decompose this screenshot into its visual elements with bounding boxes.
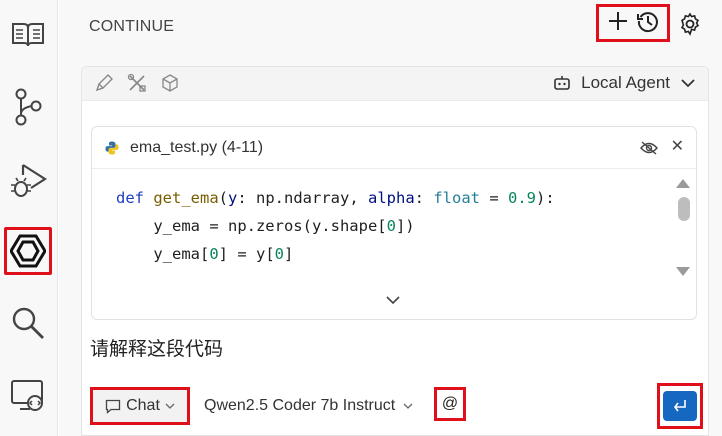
code-token: def — [116, 189, 154, 207]
code-token: : — [414, 189, 434, 207]
prompt-text[interactable]: 请解释这段代码 — [90, 334, 223, 361]
code-line: def get_ema(y: np.ndarray, alpha: float … — [116, 184, 555, 212]
code-snippet-card: ema_test.py (4-11) ✕ def get_ema(y: np.n… — [91, 126, 697, 320]
code-token: : np.ndarray, — [237, 189, 368, 207]
send-button-frame — [657, 383, 703, 429]
chevron-down-icon — [681, 79, 695, 88]
remote-explorer-icon[interactable] — [4, 372, 52, 420]
chevron-down-icon — [165, 403, 175, 409]
source-control-icon[interactable] — [4, 83, 52, 131]
snippet-header: ema_test.py (4-11) ✕ — [92, 127, 696, 169]
snippet-filename: ema_test.py (4-11) — [130, 139, 264, 156]
code-token: y_ema[ — [116, 245, 210, 263]
scrollbar-thumb[interactable] — [678, 197, 690, 221]
code-token: ] = y[ — [218, 245, 275, 263]
mode-selector-chat[interactable]: Chat — [90, 387, 190, 425]
tools-icon — [127, 73, 146, 92]
edit-button[interactable] — [94, 73, 114, 93]
code-line: y_ema[0] = y[0] — [116, 240, 555, 268]
scroll-down-arrow[interactable] — [676, 267, 690, 276]
plus-icon — [608, 11, 627, 30]
history-icon — [636, 11, 658, 32]
activity-bar — [0, 0, 58, 436]
scroll-up-arrow[interactable] — [676, 179, 690, 188]
code-token: y_ema = np.zeros(y.shape[ — [116, 217, 387, 235]
code-line: y_ema = np.zeros(y.shape[0]) — [116, 212, 555, 240]
model-selector[interactable]: Qwen2.5 Coder 7b Instruct — [204, 397, 413, 415]
settings-button[interactable] — [678, 12, 702, 36]
eye-off-icon[interactable] — [640, 140, 658, 156]
chat-bubble-icon — [105, 399, 121, 414]
new-session-button[interactable] — [607, 10, 629, 37]
continue-extension-icon[interactable] — [4, 227, 52, 275]
model-label: Qwen2.5 Coder 7b Instruct — [204, 397, 396, 414]
code-token: ): — [536, 189, 555, 207]
pencil-icon — [95, 74, 113, 92]
at-icon: @ — [441, 395, 459, 412]
code-token: float — [433, 189, 481, 207]
send-button[interactable] — [663, 391, 697, 421]
mode-label: Chat — [126, 397, 160, 414]
tools-button[interactable] — [127, 73, 147, 93]
expand-chevron-icon[interactable] — [385, 294, 401, 306]
code-token: 0 — [274, 245, 285, 263]
agent-label: Local Agent — [581, 73, 670, 92]
code-token: ( — [218, 189, 228, 207]
code-token: ] — [284, 245, 294, 263]
history-button[interactable] — [636, 9, 660, 38]
enter-icon — [674, 400, 686, 412]
code-token: ]) — [395, 217, 415, 235]
mention-button[interactable]: @ — [434, 387, 466, 421]
search-icon[interactable] — [4, 299, 52, 347]
chat-input-card: Local Agent ema_test.py (4-11) ✕ def get… — [81, 66, 709, 436]
close-snippet-button[interactable]: ✕ — [671, 136, 684, 156]
input-toolbar: Local Agent — [82, 67, 708, 101]
cube-icon — [162, 74, 178, 92]
run-debug-icon[interactable] — [4, 155, 52, 203]
code-token: get_ema — [153, 189, 219, 207]
code-token: alpha — [368, 189, 415, 207]
code-token: 0.9 — [508, 189, 537, 207]
close-icon: ✕ — [670, 138, 684, 155]
gear-icon — [680, 12, 700, 36]
panel-title: CONTINUE — [89, 18, 175, 35]
context-button[interactable] — [160, 73, 180, 93]
chevron-down-icon — [403, 403, 413, 409]
header-actions — [596, 4, 670, 42]
continue-panel: CONTINUE Local Agent ema_test.py (4-11) … — [59, 0, 722, 436]
python-icon — [105, 141, 119, 155]
code-block: def get_ema(y: np.ndarray, alpha: float … — [116, 184, 555, 268]
agent-selector[interactable]: Local Agent — [553, 73, 696, 93]
code-token: 0 — [209, 245, 219, 263]
explorer-icon[interactable] — [4, 11, 52, 59]
code-token: y — [228, 189, 238, 207]
code-token: 0 — [386, 217, 396, 235]
robot-icon — [554, 76, 570, 90]
code-token: = — [480, 189, 509, 207]
